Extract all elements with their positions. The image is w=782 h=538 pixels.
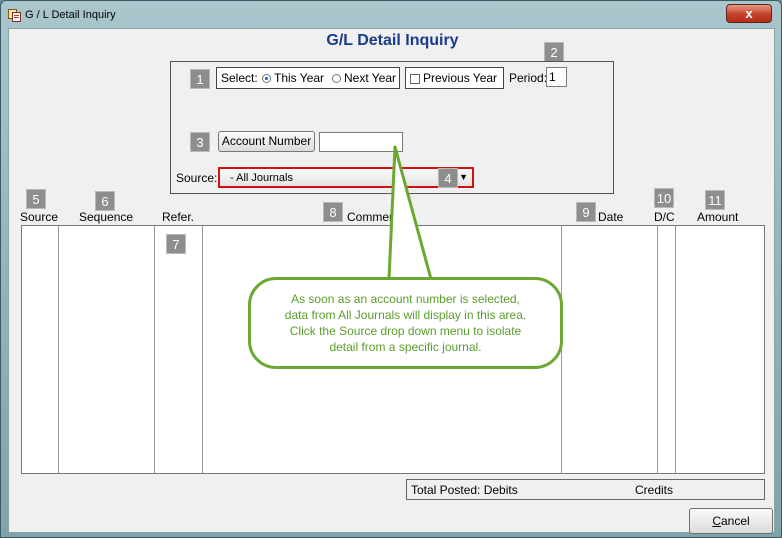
instruction-callout: As soon as an account number is selected… [248,277,563,369]
previous-year-label: Previous Year [423,71,498,85]
period-label: Period: [509,71,548,85]
column-header-dc: D/C [654,210,675,224]
page-title: G/L Detail Inquiry [326,32,459,49]
marker-9: 9 [576,202,596,222]
cancel-label: ancel [720,514,750,528]
radio-this-year[interactable]: This Year [262,71,324,85]
cancel-mnemonic: C [712,514,721,528]
marker-3: 3 [190,132,210,152]
close-button[interactable]: x [726,4,772,23]
client-area: G/L Detail Inquiry 2 1 Select: This Year… [8,28,775,534]
column-header-refer: Refer. [162,210,195,224]
marker-5: 5 [26,189,46,209]
totals-bar: Total Posted: Debits Credits [406,479,765,500]
marker-4: 4 [438,168,458,188]
select-label: Select: [221,71,258,85]
dropdown-arrow-icon[interactable]: ▼ [459,172,468,182]
credits-label: Credits [635,483,674,497]
callout-line: Click the Source drop down menu to isola… [289,324,522,338]
callout-line: As soon as an account number is selected… [291,292,520,306]
column-divider [58,226,59,473]
marker-11: 11 [705,190,725,210]
previous-year-checkbox[interactable]: Previous Year [405,67,504,89]
checkbox-icon [410,73,420,84]
column-header-date: Date [598,210,624,224]
marker-10: 10 [654,188,674,208]
column-divider [675,226,676,473]
radio-next-year[interactable]: Next Year [332,71,396,85]
title-bar: G / L Detail Inquiry x [1,1,781,28]
close-icon: x [745,6,753,21]
period-input[interactable]: 1 [546,67,567,87]
column-divider [202,226,203,473]
column-header-amount: Amount [697,210,739,224]
column-header-comment: Comment [347,210,400,224]
column-header-sequence: Sequence [79,210,134,224]
marker-1: 1 [190,69,210,89]
parameters-panel: 1 Select: This Year Next Year Previous Y… [170,61,614,194]
cancel-button[interactable]: Cancel [689,508,773,534]
total-posted-debits-label: Total Posted: Debits [411,483,518,497]
account-number-button[interactable]: Account Number [218,131,315,152]
source-dropdown[interactable]: - All Journals ▼ [218,167,474,188]
year-select-group: Select: This Year Next Year [216,67,400,89]
marker-2: 2 [544,42,564,62]
callout-line: data from All Journals will display in t… [284,308,527,322]
account-number-input[interactable] [319,132,403,152]
source-selected-value: - All Journals [230,172,293,184]
callout-line: detail from a specific journal. [329,340,482,354]
marker-7: 7 [166,234,186,254]
column-divider [657,226,658,473]
marker-6: 6 [95,191,115,211]
radio-unselected-icon [332,74,341,84]
app-icon [8,9,21,22]
window-title: G / L Detail Inquiry [25,9,116,21]
gl-detail-inquiry-window: G / L Detail Inquiry x G/L Detail Inquir… [0,0,782,538]
source-label: Source: [176,171,218,185]
column-divider [154,226,155,473]
column-header-source: Source [20,210,59,224]
radio-selected-icon [262,74,271,84]
marker-8: 8 [323,202,343,222]
